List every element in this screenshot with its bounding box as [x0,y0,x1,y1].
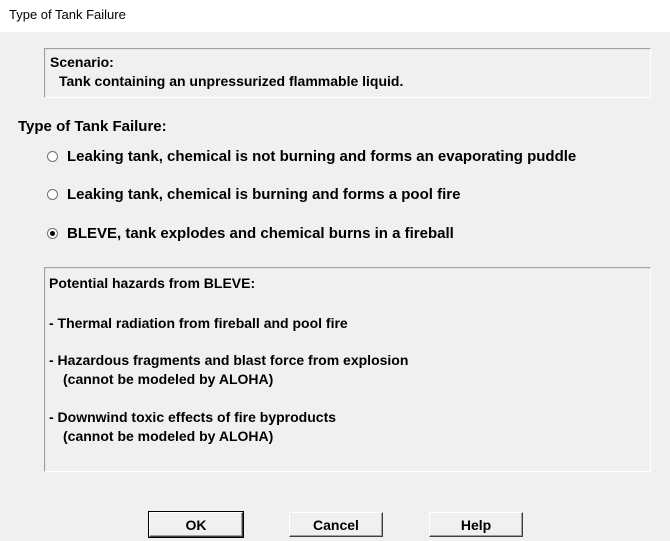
radio-label: Leaking tank, chemical is not burning an… [67,147,577,165]
radio-label: Leaking tank, chemical is burning and fo… [67,185,461,203]
hazard-item-toxic-note: (cannot be modeled by ALOHA) [63,428,274,444]
radio-button[interactable] [47,150,58,162]
scenario-box: Scenario: Tank containing an unpressuriz… [44,48,651,98]
scenario-heading: Scenario: [50,54,114,70]
radio-option-bleve[interactable]: BLEVE, tank explodes and chemical burns … [47,223,454,243]
radio-option-pool-fire[interactable]: Leaking tank, chemical is burning and fo… [47,184,460,204]
failure-type-label: Type of Tank Failure: [18,118,167,135]
ok-button[interactable]: OK [148,511,244,538]
cancel-button[interactable]: Cancel [289,512,383,537]
title-bar: Type of Tank Failure [0,0,670,32]
hazard-item-toxic: - Downwind toxic effects of fire byprodu… [49,409,337,425]
window-title: Type of Tank Failure [9,7,126,22]
hazard-item-fragments: - Hazardous fragments and blast force fr… [49,352,409,368]
radio-button-selected[interactable] [47,227,58,239]
hazard-item-fragments-note: (cannot be modeled by ALOHA) [63,371,274,387]
hazard-item-thermal: - Thermal radiation from fireball and po… [49,315,348,331]
scenario-text: Tank containing an unpressurized flammab… [59,73,404,89]
radio-label: BLEVE, tank explodes and chemical burns … [67,224,454,242]
hazards-box: Potential hazards from BLEVE: - Thermal … [44,267,651,472]
radio-button[interactable] [47,188,58,200]
help-button[interactable]: Help [429,512,523,537]
hazards-heading: Potential hazards from BLEVE: [49,275,256,291]
dialog-window: Type of Tank Failure Scenario: Tank cont… [0,0,670,541]
radio-option-evaporating-puddle[interactable]: Leaking tank, chemical is not burning an… [47,146,576,166]
